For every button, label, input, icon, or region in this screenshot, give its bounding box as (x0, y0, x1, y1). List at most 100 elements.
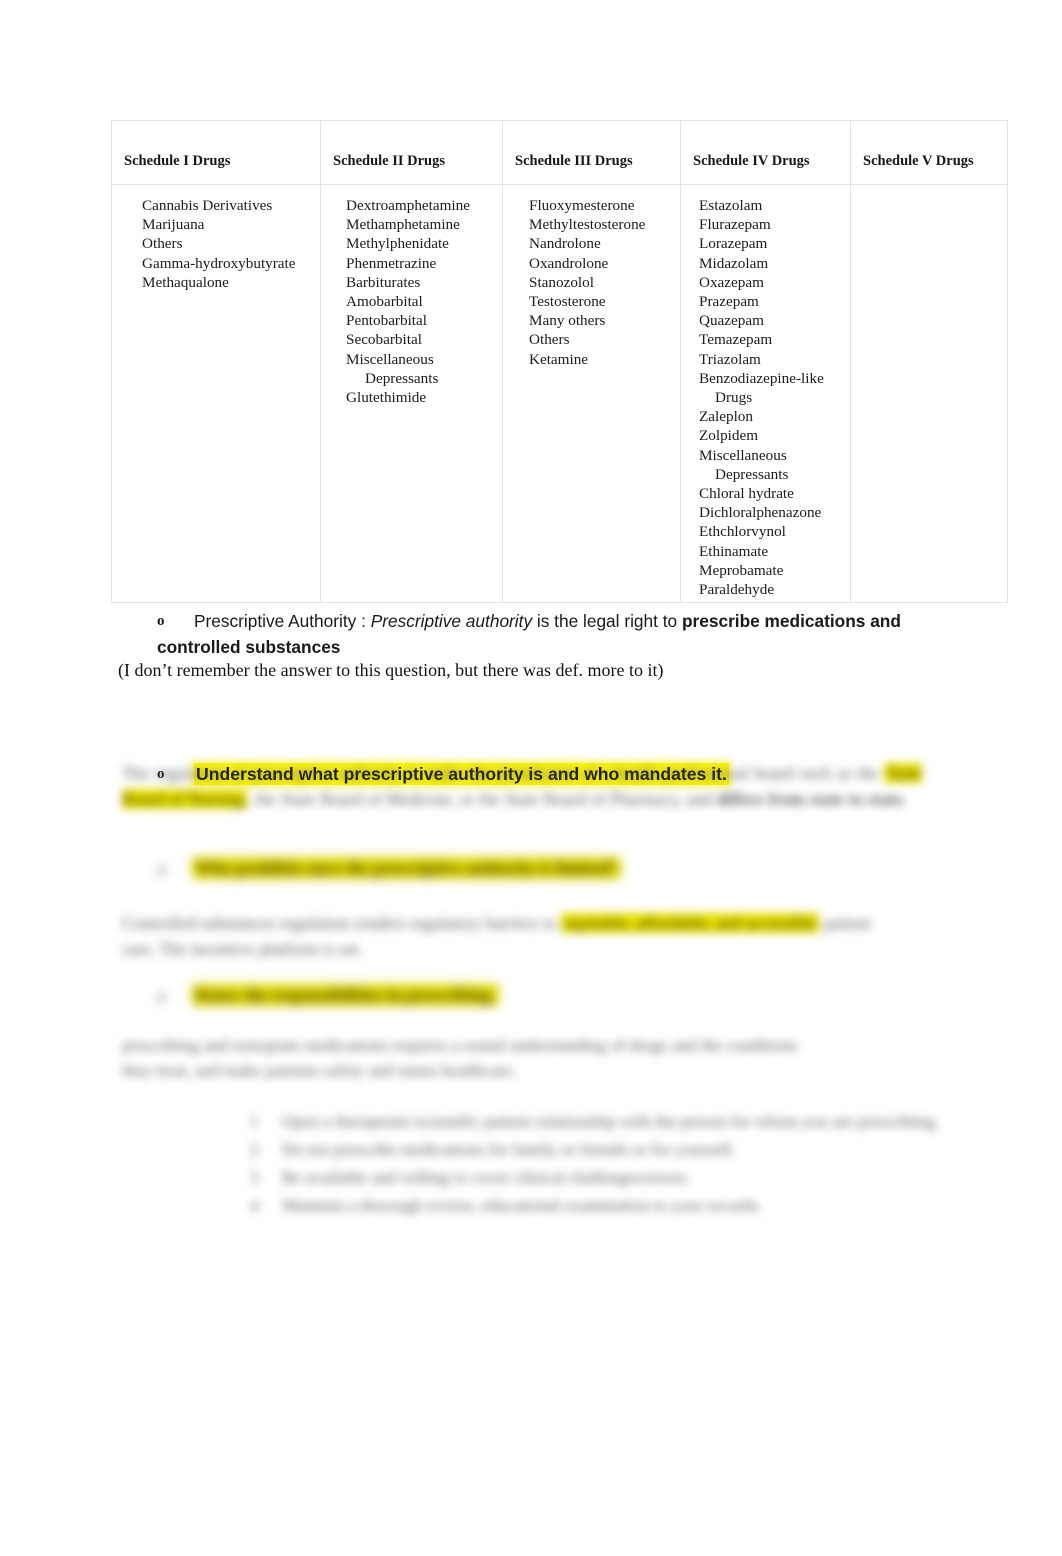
drug-list-item: Methylphenidate (346, 235, 449, 253)
table-cell-schedule-3-drugs: Fluoxymesterone Methyltestosterone Nandrol… (502, 184, 681, 603)
table-header-cell-schedule-3: Schedule III Drugs (502, 120, 681, 185)
drug-list-item: Triazolam (699, 350, 761, 368)
list-item: 4 Maintain a thorough review, educationa… (250, 1192, 940, 1220)
bullet-text: Prescriptive Authority : Prescriptive au… (157, 611, 901, 657)
list-marker: 4 (250, 1196, 259, 1215)
drug-list-item: Dichloralphenazone (699, 504, 822, 522)
drug-list-item: Methyltestosterone (529, 216, 646, 234)
obscured-bold-text: differs from state to state. (715, 789, 907, 809)
drug-list-item: Miscellaneous (699, 446, 787, 464)
table-cell-schedule-1-drugs: Cannabis Derivatives Marijuana Others Gamma… (111, 184, 321, 603)
drug-list-item: Others (142, 235, 183, 253)
drug-list-item: Oxandrolone (529, 254, 609, 272)
drug-list-item: Prazepam (699, 293, 759, 311)
drug-list-item: Ethinamate (699, 542, 769, 560)
drug-list-item: Gamma-hydroxybutyrate (142, 254, 296, 272)
drug-list-item: Many others (529, 312, 606, 330)
drug-list-item: Lorazepam (699, 235, 768, 253)
list-item-text: Be available and willing to cover clinic… (282, 1168, 691, 1187)
drug-list-item: Ethchlorvynol (699, 523, 786, 541)
list-marker: 2 (250, 1140, 259, 1159)
drug-list-item: Quazepam (699, 312, 764, 330)
obscured-numbered-list: 1 Open a therapeutic/scientific patient … (250, 1108, 940, 1220)
table-header-cell-schedule-5: Schedule V Drugs (850, 120, 1008, 185)
drug-list-item: Ketamine (529, 350, 589, 368)
table-cell-schedule-5-drugs (850, 184, 1008, 603)
list-item: 1 Open a therapeutic/scientific patient … (250, 1108, 940, 1136)
drug-list-item: Nandrolone (529, 235, 601, 253)
list-item-text: Do not prescribe medications for family … (282, 1140, 736, 1159)
bullet-prescriptive-authority: o Prescriptive Authority : Prescriptive … (157, 608, 957, 660)
drug-list-item: Cannabis Derivatives (142, 197, 273, 214)
drug-list-schedule-4: Estazolam Flurazepam Lorazepam Midazolam Oxa… (681, 185, 850, 599)
drug-list-schedule-5 (851, 185, 1007, 196)
drug-list-item: Drugs (715, 389, 753, 407)
drug-list-item: Amobarbital (346, 293, 423, 311)
drug-list-item: Meprobamate (699, 561, 784, 579)
bullet-marker-icon: o (157, 613, 165, 629)
drug-list-item: Chloral hydrate (699, 485, 794, 503)
drug-list-item: Benzodiazepine-like (699, 369, 824, 387)
drug-list-item: Oxazepam (699, 273, 764, 291)
drug-list-item: Estazolam (699, 197, 763, 214)
drug-list-item: Testosterone (529, 293, 606, 311)
list-item: 2 Do not prescribe medications for famil… (250, 1136, 940, 1164)
obscured-bullet-responsibilities: o Know the responsibilities in prescribin… (158, 984, 628, 1006)
list-marker: 1 (250, 1112, 259, 1131)
obscured-paragraph-regulation: The regulation of prescriptive authority… (122, 760, 922, 812)
column-header-label: Schedule IV Drugs (693, 153, 810, 169)
drug-list-item: Paraldehyde (699, 581, 775, 599)
drug-list-item: Barbiturates (346, 273, 421, 291)
author-parenthetical-note: (I don’t remember the answer to this que… (118, 660, 664, 680)
bullet-marker-icon: o (158, 989, 166, 1005)
list-item: 3 Be available and willing to cover clin… (250, 1164, 940, 1192)
column-header-label: Schedule II Drugs (333, 153, 445, 169)
drug-list-item: Methamphetamine (346, 216, 460, 234)
obscured-bullet-limits-question: o Who prohibits once the prescriptive aut… (158, 857, 778, 879)
drug-list-item: Methaqualone (142, 273, 229, 291)
obscured-text-after-highlight: , the State Board of Medicine, or the St… (246, 789, 712, 809)
list-item-text: Open a therapeutic/scientific patient re… (282, 1112, 940, 1131)
prescriptive-italic-term: Prescriptive authority (370, 611, 533, 631)
prescriptive-lead-text: Prescriptive Authority : (194, 611, 371, 631)
drug-list-item: Others (529, 331, 570, 349)
obscured-paragraph-barriers: Controlled substances regulation renders… (122, 910, 882, 962)
drug-list-item: Phenmetrazine (346, 254, 437, 272)
drug-list-item: Miscellaneous (346, 350, 434, 368)
drug-list-item: Glutethimide (346, 389, 427, 407)
document-page: Schedule I Drugs Schedule II Drugs Sched… (0, 0, 1062, 1556)
table-body-row: Cannabis Derivatives Marijuana Others Gamma… (111, 184, 1008, 603)
drug-list-item: Pentobarbital (346, 312, 427, 330)
table-cell-schedule-4-drugs: Estazolam Flurazepam Lorazepam Midazolam Oxa… (680, 184, 851, 603)
prescriptive-middle-text: is the legal right to (532, 611, 682, 631)
drug-list-item: Flurazepam (699, 216, 771, 234)
drug-list-schedule-3: Fluoxymesterone Methyltestosterone Nandrol… (503, 185, 680, 369)
drug-list-item: Fluoxymesterone (529, 197, 635, 214)
obscured-highlighted-text: equitable, affordable, and accessible (561, 913, 820, 933)
drug-list-schedule-2: Dextroamphetamine Methamphetamine Methylph… (321, 185, 502, 407)
drug-list-item: Zaleplon (699, 408, 753, 426)
table-header-cell-schedule-1: Schedule I Drugs (111, 120, 321, 185)
column-header-label: Schedule V Drugs (863, 153, 974, 169)
list-item-text: Maintain a thorough review, educational … (282, 1196, 762, 1215)
drug-list-item: Depressants (365, 369, 439, 387)
table-header-row: Schedule I Drugs Schedule II Drugs Sched… (111, 120, 1008, 185)
drug-list-item: Secobarbital (346, 331, 422, 349)
drug-list-item: Stanozolol (529, 273, 594, 291)
obscured-highlighted-bullet-text: Who prohibits once the prescriptive auth… (191, 857, 621, 879)
drug-list-item: Temazepam (699, 331, 773, 349)
drug-list-item: Midazolam (699, 254, 769, 272)
table-cell-schedule-2-drugs: Dextroamphetamine Methamphetamine Methylph… (320, 184, 503, 603)
controlled-substance-schedule-table: Schedule I Drugs Schedule II Drugs Sched… (111, 120, 1008, 603)
obscured-text-before-highlight: Controlled substances regulation renders… (122, 913, 557, 933)
table-header-cell-schedule-4: Schedule IV Drugs (680, 120, 851, 185)
drug-list-item: Zolpidem (699, 427, 759, 445)
bullet-marker-icon: o (158, 862, 166, 878)
obscured-highlighted-bullet-text: Know the responsibilities in prescribing… (191, 984, 499, 1006)
drug-list-item: Dextroamphetamine (346, 197, 470, 214)
list-marker: 3 (250, 1168, 259, 1187)
obscured-paragraph-understanding: prescribing and nonopiate medications re… (122, 1036, 798, 1080)
drug-list-schedule-1: Cannabis Derivatives Marijuana Others Gamma… (112, 185, 320, 292)
column-header-label: Schedule III Drugs (515, 153, 633, 169)
obscured-text-before-highlight: The regulation of prescriptive authority… (122, 763, 879, 783)
